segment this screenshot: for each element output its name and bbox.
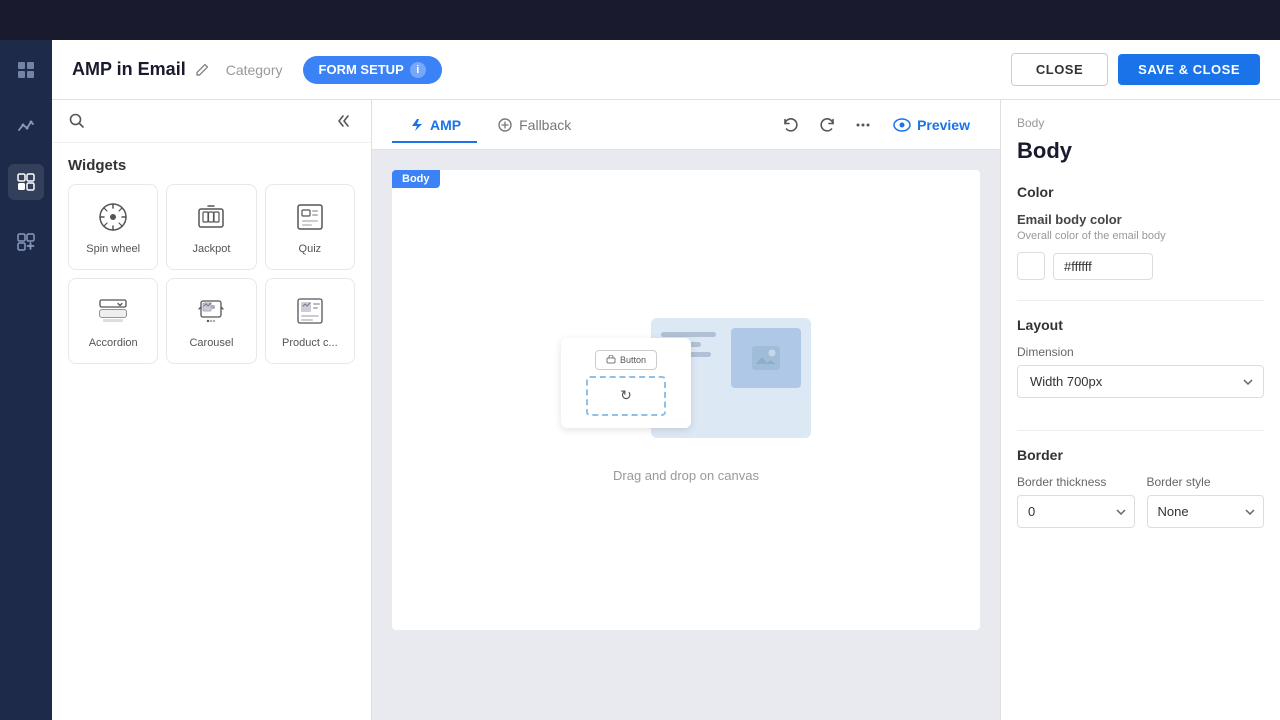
color-row xyxy=(1017,252,1264,280)
sidebar-icon-blocks[interactable] xyxy=(8,164,44,200)
redo-button[interactable] xyxy=(811,109,843,141)
border-style-select[interactable]: None xyxy=(1147,495,1265,528)
save-close-button[interactable]: SAVE & CLOSE xyxy=(1118,54,1260,85)
color-section-title: Color xyxy=(1017,184,1264,200)
layout-section-title: Layout xyxy=(1017,317,1264,333)
divider-2 xyxy=(1017,430,1264,431)
email-canvas: Body xyxy=(392,170,980,630)
spin-wheel-label: Spin wheel xyxy=(86,243,140,255)
tab-amp[interactable]: AMP xyxy=(392,109,477,143)
illus-dashed-drop-zone: ↻ xyxy=(586,376,666,416)
illus-button-widget: Button xyxy=(595,350,657,370)
drag-drop-text: Drag and drop on canvas xyxy=(613,468,759,483)
edit-title-button[interactable] xyxy=(194,62,210,78)
illus-front-card: Button ↻ xyxy=(561,338,691,428)
carousel-label: Carousel xyxy=(189,337,233,349)
jackpot-label: Jackpot xyxy=(193,243,231,255)
sidebar-icon-analytics[interactable] xyxy=(8,108,44,144)
header: AMP in Email Category FORM SETUP i CLOSE… xyxy=(52,40,1280,100)
border-style-col: Border style None xyxy=(1147,475,1265,528)
widgets-section-title: Widgets xyxy=(52,143,371,184)
divider-1 xyxy=(1017,300,1264,301)
widget-jackpot[interactable]: Jackpot xyxy=(166,184,256,270)
email-body-color-label: Email body color xyxy=(1017,212,1264,227)
sidebar-icon-dashboard[interactable] xyxy=(8,52,44,88)
product-card-label: Product c... xyxy=(282,337,338,349)
preview-button[interactable]: Preview xyxy=(883,111,980,139)
rotate-icon: ↻ xyxy=(620,387,632,404)
canvas-illustration: Button ↻ xyxy=(561,318,811,448)
border-thickness-col: Border thickness 0 xyxy=(1017,475,1135,528)
widget-carousel[interactable]: Carousel xyxy=(166,278,256,364)
color-swatch[interactable] xyxy=(1017,252,1045,280)
body-label-tag: Body xyxy=(392,170,440,188)
border-row: Border thickness 0 Border style None xyxy=(1017,475,1264,528)
form-setup-info-icon: i xyxy=(410,62,426,78)
tabs-bar: AMP Fallback xyxy=(372,100,1000,150)
widgets-panel: Widgets Spin wheel xyxy=(52,100,372,720)
canvas-placeholder: Button ↻ Drag and drop on canvas xyxy=(561,318,811,483)
app-title: AMP in Email xyxy=(72,59,210,80)
jackpot-icon xyxy=(193,199,229,235)
product-card-icon xyxy=(292,293,328,329)
tab-fallback[interactable]: Fallback xyxy=(481,109,587,143)
more-options-button[interactable] xyxy=(847,109,879,141)
widgets-panel-header xyxy=(52,100,371,143)
sidebar-icons xyxy=(0,40,52,720)
close-button[interactable]: CLOSE xyxy=(1011,53,1108,86)
color-hex-input[interactable] xyxy=(1053,253,1153,280)
form-setup-button[interactable]: FORM SETUP i xyxy=(303,56,442,84)
category-label: Category xyxy=(226,62,283,78)
quiz-label: Quiz xyxy=(299,243,322,255)
illus-image-placeholder xyxy=(731,328,801,388)
border-style-label: Border style xyxy=(1147,475,1265,489)
accordion-icon xyxy=(95,293,131,329)
border-thickness-select[interactable]: 0 xyxy=(1017,495,1135,528)
accordion-label: Accordion xyxy=(89,337,138,349)
widget-quiz[interactable]: Quiz xyxy=(265,184,355,270)
content-area: Widgets Spin wheel xyxy=(52,100,1280,720)
props-title: Body xyxy=(1017,138,1264,164)
main-area: AMP in Email Category FORM SETUP i CLOSE… xyxy=(0,40,1280,720)
border-thickness-label: Border thickness xyxy=(1017,475,1135,489)
widgets-search-button[interactable] xyxy=(68,112,86,130)
widget-product-card[interactable]: Product c... xyxy=(265,278,355,364)
props-breadcrumb: Body xyxy=(1017,116,1264,130)
undo-button[interactable] xyxy=(775,109,807,141)
widget-accordion[interactable]: Accordion xyxy=(68,278,158,364)
sidebar-icon-widgets[interactable] xyxy=(8,224,44,260)
quiz-icon xyxy=(292,199,328,235)
dimension-label: Dimension xyxy=(1017,345,1264,359)
carousel-icon xyxy=(193,293,229,329)
canvas-area: AMP Fallback xyxy=(372,100,1000,720)
canvas-content: Body xyxy=(372,150,1000,720)
border-section-title: Border xyxy=(1017,447,1264,463)
spin-wheel-icon xyxy=(95,199,131,235)
properties-panel: Body Body Color Email body color Overall… xyxy=(1000,100,1280,720)
widget-spin-wheel[interactable]: Spin wheel xyxy=(68,184,158,270)
dimension-select[interactable]: Width 700px xyxy=(1017,365,1264,398)
widgets-grid: Spin wheel Jackpot xyxy=(52,184,371,364)
collapse-panel-button[interactable] xyxy=(335,113,355,129)
top-bar xyxy=(0,0,1280,40)
email-body-color-sublabel: Overall color of the email body xyxy=(1017,230,1264,242)
